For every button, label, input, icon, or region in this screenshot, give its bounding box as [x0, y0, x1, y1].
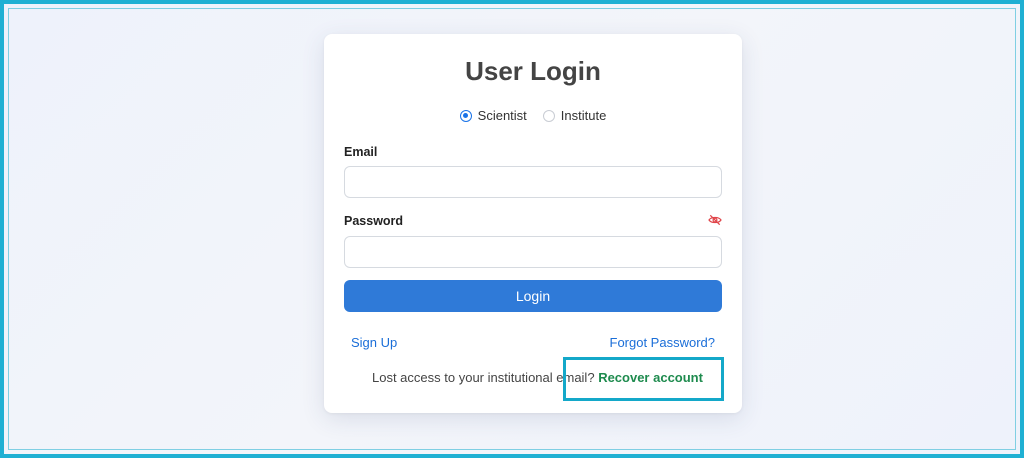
sign-up-link[interactable]: Sign Up — [351, 335, 397, 350]
radio-label-institute: Institute — [560, 108, 607, 123]
login-button[interactable]: Login — [344, 280, 722, 312]
radio-institute[interactable] — [542, 109, 555, 122]
password-field[interactable] — [344, 236, 722, 268]
role-radio-group: Scientist Institute — [324, 108, 742, 123]
forgot-password-link[interactable]: Forgot Password? — [610, 335, 716, 350]
page-title: User Login — [465, 56, 601, 86]
eye-slash-icon[interactable] — [708, 214, 722, 226]
recover-account-link[interactable]: Recover account — [598, 370, 703, 385]
radio-label-scientist: Scientist — [477, 108, 527, 123]
email-label: Email — [344, 145, 378, 159]
radio-scientist[interactable] — [459, 109, 472, 122]
password-label: Password — [344, 214, 404, 228]
radio-option-institute[interactable]: Institute — [542, 108, 607, 123]
lost-access-text: Lost access to your institutional email? — [372, 370, 595, 385]
email-field[interactable] — [344, 166, 722, 198]
login-card: User Login Scientist Institute Email Pas… — [324, 34, 742, 413]
radio-option-scientist[interactable]: Scientist — [459, 108, 527, 123]
lost-access-row: Lost access to your institutional email?… — [372, 370, 703, 385]
